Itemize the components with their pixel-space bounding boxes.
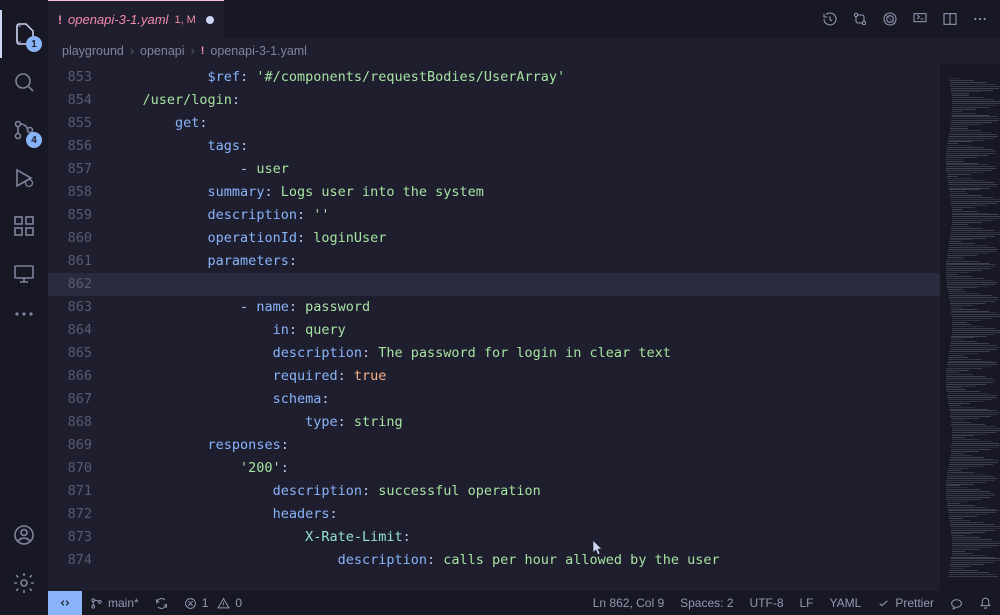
code-line[interactable]: get: [110, 112, 940, 135]
prettier-status[interactable]: Prettier [869, 591, 942, 615]
line-number: 858 [48, 181, 92, 204]
line-number: 856 [48, 135, 92, 158]
line-number: 872 [48, 503, 92, 526]
editor-actions [822, 11, 1000, 27]
line-number: 853 [48, 66, 92, 89]
code-line[interactable]: parameters: [110, 250, 940, 273]
git-branch-status[interactable]: main* [82, 591, 147, 615]
notifications-icon[interactable] [971, 591, 1000, 615]
explorer-icon[interactable]: 1 [0, 10, 48, 58]
problems-status[interactable]: 1 0 [176, 591, 250, 615]
chevron-right-icon: › [130, 44, 134, 58]
line-number: 859 [48, 204, 92, 227]
line-number: 865 [48, 342, 92, 365]
line-number: 862 [48, 273, 92, 296]
code-line[interactable]: summary: Logs user into the system [110, 181, 940, 204]
code-line[interactable]: /user/login: [110, 89, 940, 112]
preview-icon[interactable] [882, 11, 898, 27]
encoding-status[interactable]: UTF-8 [742, 591, 792, 615]
tab-filename: openapi-3-1.yaml [68, 12, 168, 27]
more-actions-icon[interactable] [972, 11, 988, 27]
source-control-icon[interactable]: 4 [0, 106, 48, 154]
line-number: 861 [48, 250, 92, 273]
line-number: 869 [48, 434, 92, 457]
line-number: 866 [48, 365, 92, 388]
minimap[interactable] [940, 64, 1000, 591]
indentation-status[interactable]: Spaces: 2 [672, 591, 741, 615]
tab-dirty-indicator [206, 16, 214, 24]
code-line[interactable]: description: The password for login in c… [110, 342, 940, 365]
code-line[interactable]: type: string [110, 411, 940, 434]
remote-explorer-icon[interactable] [0, 250, 48, 298]
extensions-icon[interactable] [0, 202, 48, 250]
yaml-file-icon: ! [201, 45, 205, 57]
yaml-file-icon: ! [58, 13, 62, 27]
code-line[interactable]: headers: [110, 503, 940, 526]
search-icon[interactable] [0, 58, 48, 106]
code-line[interactable]: - user [110, 158, 940, 181]
sync-status[interactable] [147, 591, 176, 615]
run-debug-icon[interactable] [0, 154, 48, 202]
code-line[interactable]: '200': [110, 457, 940, 480]
code-line[interactable]: required: true [110, 365, 940, 388]
line-number-gutter[interactable]: 8538548558568578588598608618628638648658… [48, 64, 110, 591]
tab-openapi[interactable]: ! openapi-3-1.yaml 1, M [48, 0, 224, 38]
code-line[interactable]: operationId: loginUser [110, 227, 940, 250]
line-number: 874 [48, 549, 92, 572]
accounts-icon[interactable] [0, 511, 48, 559]
line-number: 855 [48, 112, 92, 135]
code-content[interactable]: $ref: '#/components/requestBodies/UserAr… [110, 64, 940, 591]
timeline-icon[interactable] [822, 11, 838, 27]
cursor-position-status[interactable]: Ln 862, Col 9 [585, 591, 672, 615]
feedback-icon[interactable] [942, 591, 971, 615]
code-line[interactable] [110, 273, 940, 296]
code-line[interactable]: X-Rate-Limit: [110, 526, 940, 549]
code-line[interactable]: description: successful operation [110, 480, 940, 503]
language-mode-status[interactable]: YAML [822, 591, 870, 615]
line-number: 871 [48, 480, 92, 503]
code-line[interactable]: $ref: '#/components/requestBodies/UserAr… [110, 66, 940, 89]
more-icon[interactable] [0, 298, 48, 330]
code-line[interactable]: in: query [110, 319, 940, 342]
breadcrumb-segment[interactable]: openapi-3-1.yaml [210, 44, 307, 58]
line-number: 860 [48, 227, 92, 250]
line-number: 854 [48, 89, 92, 112]
scm-badge: 4 [26, 132, 42, 148]
settings-gear-icon[interactable] [0, 559, 48, 607]
breadcrumb-segment[interactable]: playground [62, 44, 124, 58]
eol-status[interactable]: LF [792, 591, 822, 615]
code-line[interactable]: responses: [110, 434, 940, 457]
explorer-badge: 1 [26, 36, 42, 52]
activity-bar: 1 4 [0, 0, 48, 615]
code-line[interactable]: description: '' [110, 204, 940, 227]
code-line[interactable]: schema: [110, 388, 940, 411]
chevron-right-icon: › [191, 44, 195, 58]
main-area: ! openapi-3-1.yaml 1, M playground › ope… [48, 0, 1000, 615]
tab-problems-indicator: 1, M [174, 14, 195, 26]
line-number: 868 [48, 411, 92, 434]
line-number: 864 [48, 319, 92, 342]
line-number: 870 [48, 457, 92, 480]
breadcrumbs[interactable]: playground › openapi › ! openapi-3-1.yam… [48, 38, 1000, 64]
code-line[interactable]: - name: password [110, 296, 940, 319]
line-number: 867 [48, 388, 92, 411]
code-line[interactable]: tags: [110, 135, 940, 158]
line-number: 873 [48, 526, 92, 549]
split-editor-icon[interactable] [942, 11, 958, 27]
breadcrumb-segment[interactable]: openapi [140, 44, 185, 58]
remote-indicator[interactable] [48, 591, 82, 615]
run-icon[interactable] [912, 11, 928, 27]
compare-icon[interactable] [852, 11, 868, 27]
line-number: 863 [48, 296, 92, 319]
editor[interactable]: 8538548558568578588598608618628638648658… [48, 64, 1000, 591]
line-number: 857 [48, 158, 92, 181]
status-bar: main* 1 0 Ln 862, Col 9 Spaces: 2 UTF-8 … [48, 591, 1000, 615]
code-line[interactable]: description: calls per hour allowed by t… [110, 549, 940, 572]
tab-bar: ! openapi-3-1.yaml 1, M [48, 0, 1000, 38]
